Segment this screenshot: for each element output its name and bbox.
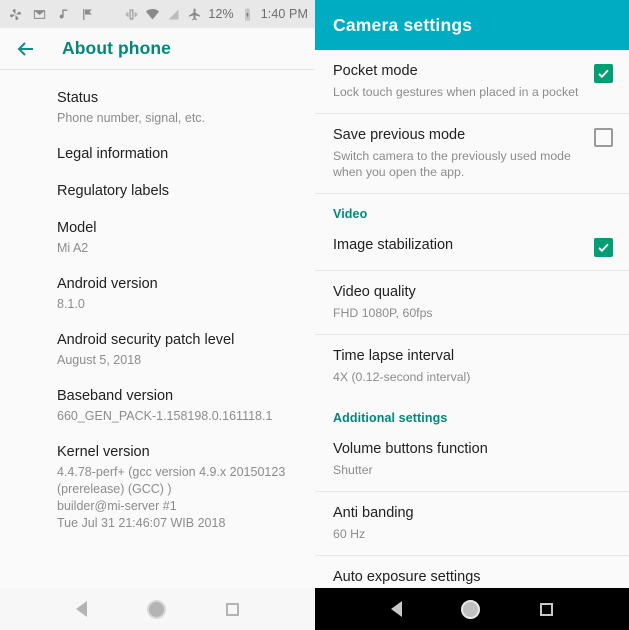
list-item-baseband-version[interactable]: Baseband version 660_GEN_PACK-1.158198.0… (0, 378, 315, 434)
navigation-bar (315, 588, 629, 630)
dual-screenshot-container: 12% 1:40 PM About phone Status Phone num… (0, 0, 629, 630)
check-icon (598, 69, 609, 79)
list-item-subtitle: August 5, 2018 (57, 353, 142, 367)
signal-icon-dimmed (168, 9, 179, 19)
setting-value: FHD 1080P, 60fps (333, 306, 433, 320)
setting-pocket-mode[interactable]: Pocket mode Lock touch gestures when pla… (315, 50, 629, 113)
list-item-subtitle: Phone number, signal, etc. (57, 111, 206, 125)
setting-title: Video quality (333, 284, 416, 300)
setting-title: Auto exposure settings (333, 569, 481, 585)
setting-save-previous-mode[interactable]: Save previous mode Switch camera to the … (315, 114, 629, 193)
list-item-model[interactable]: Model Mi A2 (0, 210, 315, 266)
setting-value: Shutter (333, 463, 373, 477)
setting-title: Volume buttons function (333, 441, 488, 457)
back-arrow-icon[interactable] (14, 37, 38, 61)
setting-title: Image stabilization (333, 237, 454, 253)
camera-settings-appbar: Camera settings (315, 0, 629, 50)
list-item-subtitle: 4.4.78-perf+ (gcc version 4.9.x 20150123… (57, 465, 286, 530)
setting-volume-buttons-function[interactable]: Volume buttons function Shutter (315, 428, 629, 491)
list-item-android-security-patch-level[interactable]: Android security patch level August 5, 2… (0, 322, 315, 378)
setting-video-quality[interactable]: Video quality FHD 1080P, 60fps (315, 271, 629, 334)
setting-text: Auto exposure settings (333, 568, 613, 587)
check-icon (598, 243, 609, 253)
setting-text: Pocket mode Lock touch gestures when pla… (333, 62, 594, 100)
list-item-legal-information[interactable]: Legal information (0, 136, 315, 173)
setting-value: 4X (0.12-second interval) (333, 370, 471, 384)
list-item-title: Regulatory labels (57, 183, 170, 199)
list-item-subtitle: Mi A2 (57, 241, 89, 255)
wifi-icon (146, 8, 160, 19)
setting-value: 60 Hz (333, 527, 366, 541)
about-phone-appbar: About phone (0, 28, 315, 70)
section-header-video: Video (333, 207, 368, 221)
right-phone-screen: Camera settings Pocket mode Lock touch g… (315, 0, 629, 630)
list-item-kernel-version[interactable]: Kernel version 4.4.78-perf+ (gcc version… (0, 434, 315, 541)
photos-pinwheel-icon (10, 8, 21, 20)
vibrate-icon (126, 9, 138, 19)
list-item-title: Legal information (57, 146, 169, 162)
page-title: Camera settings (333, 14, 473, 35)
list-item-subtitle: 8.1.0 (57, 297, 85, 311)
image-stabilization-checkbox[interactable] (594, 238, 613, 257)
airplane-mode-icon (189, 7, 201, 20)
list-item-title: Kernel version (57, 444, 150, 460)
checkmark-flag-icon (83, 8, 92, 20)
left-phone-screen: 12% 1:40 PM About phone Status Phone num… (0, 0, 315, 630)
status-bar-clock: 1:40 PM (260, 7, 308, 21)
gmail-icon (33, 9, 46, 19)
setting-title: Save previous mode (333, 127, 466, 143)
battery-charging-icon (244, 7, 250, 21)
list-item-regulatory-labels[interactable]: Regulatory labels (0, 173, 315, 210)
setting-text: Save previous mode Switch camera to the … (333, 126, 594, 180)
setting-time-lapse-interval[interactable]: Time lapse interval 4X (0.12-second inte… (315, 335, 629, 398)
setting-text: Video quality FHD 1080P, 60fps (333, 283, 613, 321)
about-phone-list: Status Phone number, signal, etc. Legal … (0, 70, 315, 588)
pocket-mode-checkbox[interactable] (594, 64, 613, 83)
setting-text: Volume buttons function Shutter (333, 440, 613, 478)
setting-anti-banding[interactable]: Anti banding 60 Hz (315, 492, 629, 555)
battery-percent-label: 12% (208, 7, 234, 21)
music-note-icon (59, 9, 68, 19)
setting-text: Anti banding 60 Hz (333, 504, 613, 542)
page-title: About phone (62, 38, 171, 58)
nav-back-icon[interactable] (390, 601, 402, 617)
nav-recents-icon[interactable] (540, 602, 554, 616)
list-item-title: Baseband version (57, 388, 174, 404)
list-item-subtitle: 660_GEN_PACK-1.158198.0.161118.1 (57, 409, 273, 423)
status-bar: 12% 1:40 PM (0, 0, 315, 28)
camera-settings-list: Pocket mode Lock touch gestures when pla… (315, 50, 629, 588)
list-item-status[interactable]: Status Phone number, signal, etc. (0, 80, 315, 136)
setting-image-stabilization[interactable]: Image stabilization (315, 224, 629, 270)
setting-text: Time lapse interval 4X (0.12-second inte… (333, 347, 613, 385)
section-header-additional-settings: Additional settings (333, 411, 448, 425)
status-bar-system-icons: 12% 1:40 PM (124, 7, 308, 22)
status-bar-notification-icons (8, 7, 95, 22)
setting-subtitle: Switch camera to the previously used mod… (333, 149, 571, 179)
nav-back-icon[interactable] (76, 601, 87, 617)
nav-home-icon[interactable] (147, 599, 166, 619)
setting-title: Pocket mode (333, 63, 418, 79)
setting-auto-exposure-settings[interactable]: Auto exposure settings (315, 556, 629, 588)
setting-subtitle: Lock touch gestures when placed in a poc… (333, 85, 579, 99)
nav-home-icon[interactable] (461, 599, 481, 619)
list-item-title: Android version (57, 276, 158, 292)
list-item-android-version[interactable]: Android version 8.1.0 (0, 266, 315, 322)
navigation-bar (0, 588, 315, 630)
setting-title: Anti banding (333, 505, 414, 521)
save-previous-mode-checkbox[interactable] (594, 128, 613, 147)
list-item-title: Status (57, 90, 99, 106)
nav-recents-icon[interactable] (226, 602, 239, 616)
setting-title: Time lapse interval (333, 348, 455, 364)
setting-text: Image stabilization (333, 236, 594, 255)
list-item-title: Android security patch level (57, 332, 235, 348)
list-item-title: Model (57, 220, 97, 236)
